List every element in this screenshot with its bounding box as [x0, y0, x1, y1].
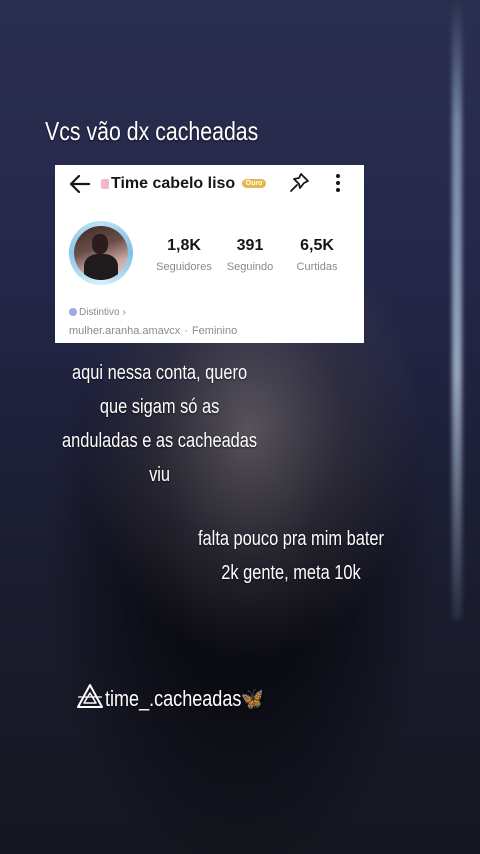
likes-count: 6,5K — [300, 237, 334, 254]
profile-header: Time cabelo liso Ouro — [55, 165, 364, 203]
separator-dot: · — [184, 325, 188, 337]
overlay-caption-1: aqui nessa conta, quero que sigam só as … — [62, 356, 257, 492]
following-label: Seguindo — [226, 261, 274, 273]
caption-1-line-1: aqui nessa conta, quero — [72, 362, 248, 384]
caption-1-line-4: viu — [149, 464, 171, 486]
triangle-logo-icon — [77, 684, 103, 708]
overlay-title: Vcs vão dx cacheadas — [45, 116, 259, 146]
gold-badge-text: Ouro — [245, 180, 263, 187]
distintivo-link[interactable]: Distintivo › — [69, 307, 126, 318]
profile-title: Time cabelo liso Ouro — [101, 175, 267, 193]
more-vertical-icon[interactable] — [327, 171, 349, 195]
caption-2-line-2: 2k gente, meta 10k — [221, 562, 361, 584]
gender: Feminino — [191, 325, 238, 337]
gold-badge: Ouro — [241, 179, 267, 188]
stat-followers[interactable]: 1,8K Seguidores — [152, 237, 216, 273]
username-row: mulher.aranha.amavcx · Feminino — [69, 325, 237, 337]
followers-count: 1,8K — [167, 237, 201, 254]
avatar-face — [92, 234, 108, 254]
stat-following[interactable]: 391 Seguindo — [223, 237, 277, 273]
arrow-left-icon[interactable] — [67, 171, 93, 197]
stat-likes[interactable]: 6,5K Curtidas — [288, 237, 346, 273]
profile-screenshot-card: Time cabelo liso Ouro 1,8K Seguidores 39… — [55, 165, 364, 343]
distintivo-label: Distintivo › — [79, 307, 126, 318]
pin-icon[interactable] — [288, 172, 310, 194]
profile-title-text: Time cabelo liso — [111, 175, 236, 192]
avatar-body — [84, 254, 118, 280]
username: mulher.aranha.amavcx — [69, 325, 181, 337]
badge-dot-icon — [69, 308, 77, 316]
pink-heart-icon — [101, 179, 109, 189]
handle-text: time_.cacheadas🦋 — [105, 686, 264, 711]
caption-1-line-3: anduladas e as cacheadas — [62, 430, 258, 452]
overlay-caption-2: falta pouco pra mim bater 2k gente, meta… — [198, 522, 384, 590]
light-streak — [452, 0, 462, 620]
likes-label: Curtidas — [296, 261, 338, 273]
avatar[interactable] — [69, 221, 133, 285]
avatar-photo — [74, 226, 128, 280]
following-count: 391 — [236, 237, 264, 254]
followers-label: Seguidores — [156, 261, 212, 273]
caption-1-line-2: que sigam só as — [99, 396, 220, 418]
caption-2-line-1: falta pouco pra mim bater — [198, 528, 384, 550]
